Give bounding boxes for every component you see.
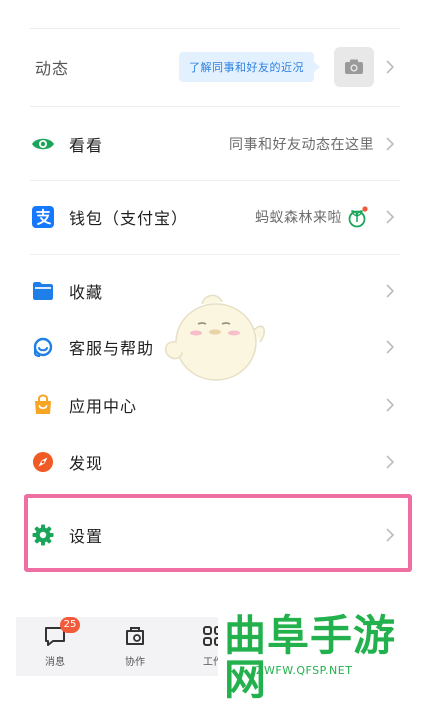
headset-icon (31, 335, 55, 359)
dynamic-label: 动态 (35, 59, 70, 78)
sprout-icon (346, 206, 368, 228)
menu-item-wallet[interactable]: 钱包（支付宝） 蚂蚁森林来啦 (0, 190, 426, 244)
chevron-right-icon (386, 455, 395, 469)
compass-icon (31, 450, 55, 474)
menu-label: 钱包（支付宝） (69, 209, 189, 228)
dynamic-tip-bubble: 了解同事和好友的近况 (179, 52, 320, 82)
bag-icon (31, 393, 55, 417)
menu-label: 客服与帮助 (69, 339, 155, 358)
menu-item-kankan[interactable]: 看看 同事和好友动态在这里 (0, 118, 426, 170)
divider (30, 180, 400, 181)
unread-badge: 25 (60, 617, 80, 633)
menu-hint: 蚂蚁森林来啦 (255, 210, 342, 226)
tab-label: 协作 (125, 657, 145, 668)
chevron-right-icon (386, 340, 395, 354)
menu-item-app-center[interactable]: 应用中心 (0, 380, 426, 430)
alipay-icon (31, 205, 55, 229)
top-divider (30, 28, 400, 29)
chat-bubble-icon: 25 (42, 617, 80, 649)
chevron-right-icon (386, 210, 395, 224)
tab-messages[interactable]: 25 消息 (30, 617, 80, 668)
chevron-right-icon (386, 60, 395, 74)
menu-label: 看看 (69, 136, 104, 155)
folder-icon (31, 279, 55, 303)
menu-item-discover[interactable]: 发现 (0, 437, 426, 487)
camera-icon[interactable] (334, 47, 374, 87)
chevron-right-icon (386, 137, 395, 151)
menu-label: 应用中心 (69, 397, 138, 416)
tab-collaboration[interactable]: 协作 (110, 623, 160, 668)
menu-label: 收藏 (69, 283, 104, 302)
menu-hint: 同事和好友动态在这里 (229, 137, 374, 153)
eye-icon (31, 132, 55, 156)
watermark-url: ZWFW.QFSP.NET (256, 664, 353, 677)
divider (30, 254, 400, 255)
watermark-logo: 曲阜手游网 (224, 611, 397, 704)
mascot-illustration (164, 294, 265, 381)
tab-label: 消息 (45, 657, 65, 668)
collab-icon (122, 623, 148, 649)
divider (30, 106, 400, 107)
chevron-right-icon (386, 398, 395, 412)
menu-label: 发现 (69, 454, 104, 473)
settings-highlight-box (24, 494, 412, 572)
chevron-right-icon (386, 284, 395, 298)
